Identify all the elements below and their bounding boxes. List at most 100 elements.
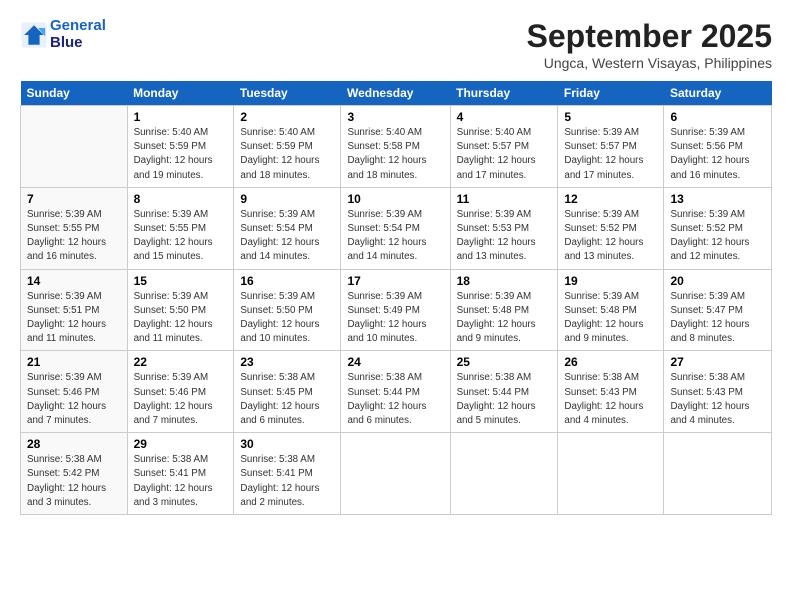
day-number: 1 (134, 110, 228, 124)
table-row: 6 Sunrise: 5:39 AM Sunset: 5:56 PM Daylig… (664, 106, 772, 188)
day-number: 11 (457, 192, 552, 206)
logo-icon (20, 21, 48, 49)
table-row: 29 Sunrise: 5:38 AM Sunset: 5:41 PM Dayli… (127, 433, 234, 515)
day-info: Sunrise: 5:39 AM Sunset: 5:54 PM Dayligh… (240, 208, 334, 265)
col-friday: Friday (558, 81, 664, 106)
col-monday: Monday (127, 81, 234, 106)
day-info: Sunrise: 5:39 AM Sunset: 5:47 PM Dayligh… (670, 290, 765, 347)
day-number: 27 (670, 355, 765, 369)
day-number: 15 (134, 274, 228, 288)
day-number: 16 (240, 274, 334, 288)
calendar-week-row: 21 Sunrise: 5:39 AM Sunset: 5:46 PM Dayli… (21, 351, 772, 433)
day-number: 14 (27, 274, 121, 288)
day-info: Sunrise: 5:39 AM Sunset: 5:48 PM Dayligh… (564, 290, 657, 347)
table-row (558, 433, 664, 515)
calendar-table: Sunday Monday Tuesday Wednesday Thursday… (20, 81, 772, 515)
day-number: 30 (240, 437, 334, 451)
table-row: 17 Sunrise: 5:39 AM Sunset: 5:49 PM Dayli… (341, 269, 450, 351)
day-number: 4 (457, 110, 552, 124)
day-number: 23 (240, 355, 334, 369)
table-row: 25 Sunrise: 5:38 AM Sunset: 5:44 PM Dayli… (450, 351, 558, 433)
day-number: 3 (347, 110, 443, 124)
day-info: Sunrise: 5:39 AM Sunset: 5:48 PM Dayligh… (457, 290, 552, 347)
day-info: Sunrise: 5:39 AM Sunset: 5:50 PM Dayligh… (240, 290, 334, 347)
day-number: 26 (564, 355, 657, 369)
day-number: 25 (457, 355, 552, 369)
day-info: Sunrise: 5:39 AM Sunset: 5:54 PM Dayligh… (347, 208, 443, 265)
day-number: 9 (240, 192, 334, 206)
col-tuesday: Tuesday (234, 81, 341, 106)
day-info: Sunrise: 5:39 AM Sunset: 5:52 PM Dayligh… (564, 208, 657, 265)
day-info: Sunrise: 5:38 AM Sunset: 5:41 PM Dayligh… (240, 453, 334, 510)
day-number: 28 (27, 437, 121, 451)
table-row: 1Sunrise: 5:40 AM Sunset: 5:59 PM Daylig… (127, 106, 234, 188)
logo-line1: General (50, 18, 106, 35)
day-number: 22 (134, 355, 228, 369)
day-info: Sunrise: 5:39 AM Sunset: 5:49 PM Dayligh… (347, 290, 443, 347)
day-info: Sunrise: 5:38 AM Sunset: 5:44 PM Dayligh… (347, 371, 443, 428)
table-row: 8Sunrise: 5:39 AM Sunset: 5:55 PM Daylig… (127, 187, 234, 269)
table-row (450, 433, 558, 515)
day-number: 29 (134, 437, 228, 451)
table-row: 3Sunrise: 5:40 AM Sunset: 5:58 PM Daylig… (341, 106, 450, 188)
day-number: 19 (564, 274, 657, 288)
table-row: 12 Sunrise: 5:39 AM Sunset: 5:52 PM Dayli… (558, 187, 664, 269)
table-row: 30 Sunrise: 5:38 AM Sunset: 5:41 PM Dayli… (234, 433, 341, 515)
day-number: 10 (347, 192, 443, 206)
table-row: 14 Sunrise: 5:39 AM Sunset: 5:51 PM Dayli… (21, 269, 128, 351)
day-info: Sunrise: 5:38 AM Sunset: 5:42 PM Dayligh… (27, 453, 121, 510)
month-title: September 2025 (527, 18, 772, 55)
table-row (341, 433, 450, 515)
table-row: 20 Sunrise: 5:39 AM Sunset: 5:47 PM Dayli… (664, 269, 772, 351)
day-number: 2 (240, 110, 334, 124)
table-row: 10 Sunrise: 5:39 AM Sunset: 5:54 PM Dayli… (341, 187, 450, 269)
day-number: 5 (564, 110, 657, 124)
day-number: 18 (457, 274, 552, 288)
day-info: Sunrise: 5:39 AM Sunset: 5:57 PM Dayligh… (564, 126, 657, 183)
day-info: Sunrise: 5:40 AM Sunset: 5:57 PM Dayligh… (457, 126, 552, 183)
day-number: 7 (27, 192, 121, 206)
table-row (21, 106, 128, 188)
table-row: 18 Sunrise: 5:39 AM Sunset: 5:48 PM Dayli… (450, 269, 558, 351)
table-row: 13 Sunrise: 5:39 AM Sunset: 5:52 PM Dayli… (664, 187, 772, 269)
table-row: 9 Sunrise: 5:39 AM Sunset: 5:54 PM Daylig… (234, 187, 341, 269)
day-info: Sunrise: 5:39 AM Sunset: 5:56 PM Dayligh… (670, 126, 765, 183)
day-number: 13 (670, 192, 765, 206)
logo-line2: Blue (50, 35, 106, 52)
day-info: Sunrise: 5:38 AM Sunset: 5:45 PM Dayligh… (240, 371, 334, 428)
logo: General Blue (20, 18, 106, 51)
table-row: 21 Sunrise: 5:39 AM Sunset: 5:46 PM Dayli… (21, 351, 128, 433)
table-row: 26Sunrise: 5:38 AM Sunset: 5:43 PM Dayli… (558, 351, 664, 433)
table-row: 27Sunrise: 5:38 AM Sunset: 5:43 PM Dayli… (664, 351, 772, 433)
calendar-week-row: 7 Sunrise: 5:39 AM Sunset: 5:55 PM Daylig… (21, 187, 772, 269)
day-number: 20 (670, 274, 765, 288)
day-info: Sunrise: 5:38 AM Sunset: 5:41 PM Dayligh… (134, 453, 228, 510)
col-thursday: Thursday (450, 81, 558, 106)
day-number: 6 (670, 110, 765, 124)
day-number: 21 (27, 355, 121, 369)
table-row: 4 Sunrise: 5:40 AM Sunset: 5:57 PM Daylig… (450, 106, 558, 188)
table-row: 22 Sunrise: 5:39 AM Sunset: 5:46 PM Dayli… (127, 351, 234, 433)
calendar-week-row: 1 Sunrise: 5:40 AM Sunset: 5:59 PM Daylig… (21, 106, 772, 188)
day-info: Sunrise: 5:39 AM Sunset: 5:46 PM Dayligh… (134, 371, 228, 428)
col-wednesday: Wednesday (341, 81, 450, 106)
day-info: Sunrise: 5:39 AM Sunset: 5:55 PM Dayligh… (134, 208, 228, 265)
calendar-header-row: Sunday Monday Tuesday Wednesday Thursday… (21, 81, 772, 106)
table-row: 19 Sunrise: 5:39 AM Sunset: 5:48 PM Dayli… (558, 269, 664, 351)
day-number: 12 (564, 192, 657, 206)
table-row: 23 Sunrise: 5:38 AM Sunset: 5:45 PM Dayli… (234, 351, 341, 433)
day-info: Sunrise: 5:39 AM Sunset: 5:51 PM Dayligh… (27, 290, 121, 347)
calendar-week-row: 14 Sunrise: 5:39 AM Sunset: 5:51 PM Dayli… (21, 269, 772, 351)
table-row: 16 Sunrise: 5:39 AM Sunset: 5:50 PM Dayli… (234, 269, 341, 351)
table-row: 2 Sunrise: 5:40 AM Sunset: 5:59 PM Daylig… (234, 106, 341, 188)
day-info: Sunrise: 5:39 AM Sunset: 5:46 PM Dayligh… (27, 371, 121, 428)
day-info: Sunrise: 5:39 AM Sunset: 5:50 PM Dayligh… (134, 290, 228, 347)
col-saturday: Saturday (664, 81, 772, 106)
day-info: Sunrise: 5:40 AM Sunset: 5:59 PM Dayligh… (240, 126, 334, 183)
day-info: Sunrise: 5:38 AM Sunset: 5:44 PM Dayligh… (457, 371, 552, 428)
calendar-week-row: 28 Sunrise: 5:38 AM Sunset: 5:42 PM Dayli… (21, 433, 772, 515)
day-number: 17 (347, 274, 443, 288)
day-info: Sunrise: 5:39 AM Sunset: 5:52 PM Dayligh… (670, 208, 765, 265)
table-row: 11Sunrise: 5:39 AM Sunset: 5:53 PM Dayli… (450, 187, 558, 269)
table-row: 28 Sunrise: 5:38 AM Sunset: 5:42 PM Dayli… (21, 433, 128, 515)
